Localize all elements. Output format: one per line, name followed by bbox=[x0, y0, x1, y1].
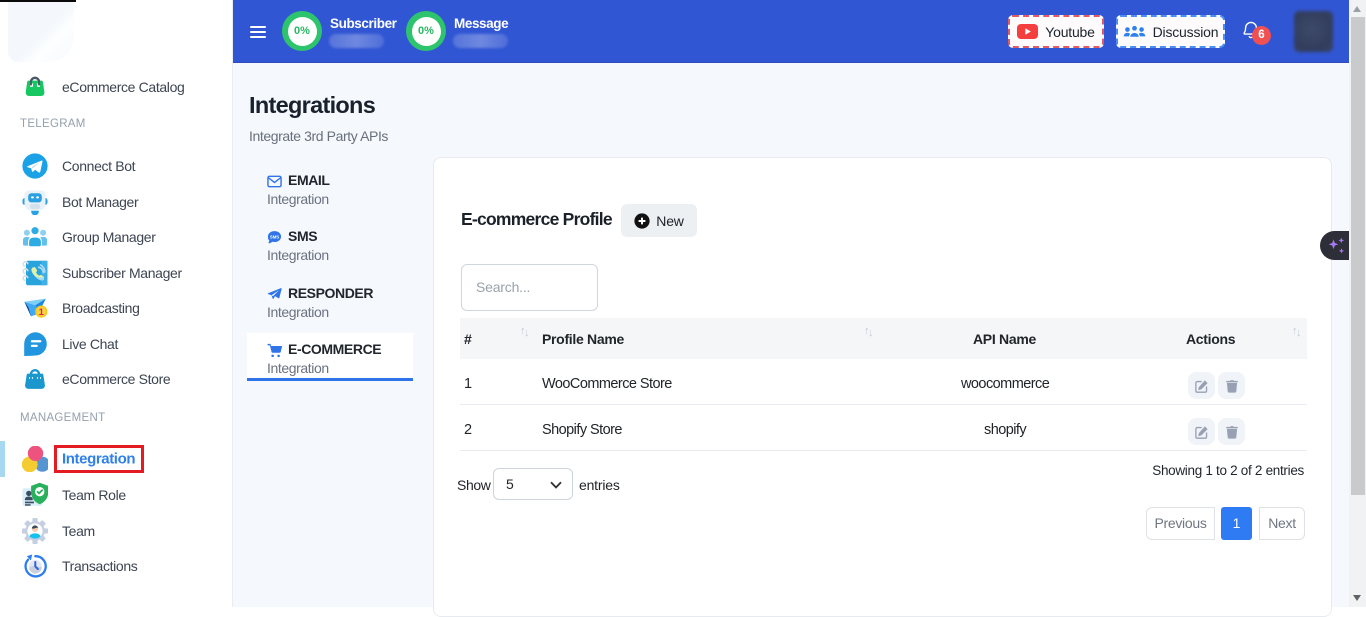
svg-text:SMS: SMS bbox=[270, 235, 279, 240]
svg-text:1: 1 bbox=[39, 307, 45, 318]
